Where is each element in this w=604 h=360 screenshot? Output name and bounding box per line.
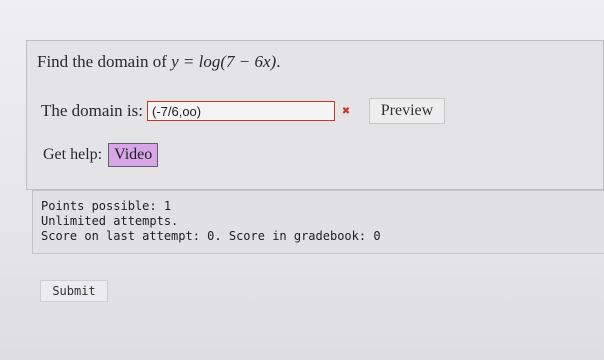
answer-row: The domain is: ✖ (41, 99, 351, 123)
question-prompt: Find the domain of y = log(7 − 6x). (37, 52, 280, 72)
submit-button[interactable]: Submit (40, 280, 108, 302)
info-panel: Points possible: 1 Unlimited attempts. S… (32, 190, 604, 254)
answer-label: The domain is: (41, 101, 143, 120)
question-panel: Find the domain of y = log(7 − 6x). The … (26, 40, 604, 190)
score-text: Score on last attempt: 0. Score in grade… (41, 229, 381, 243)
prompt-text: Find the domain of (37, 52, 172, 71)
prompt-period: . (276, 52, 281, 71)
assessment-page: Find the domain of y = log(7 − 6x). The … (0, 0, 604, 360)
help-label: Get help: (43, 146, 103, 163)
prompt-math: y = log(7 − 6x) (171, 52, 277, 71)
help-row: Get help: Video (43, 143, 159, 167)
preview-button[interactable]: Preview (369, 98, 445, 124)
attempts-text: Unlimited attempts. (41, 214, 179, 228)
video-help-button[interactable]: Video (108, 143, 159, 167)
incorrect-x-icon: ✖ (341, 105, 351, 117)
points-possible-text: Points possible: 1 (41, 199, 172, 213)
domain-answer-input[interactable] (146, 101, 335, 121)
